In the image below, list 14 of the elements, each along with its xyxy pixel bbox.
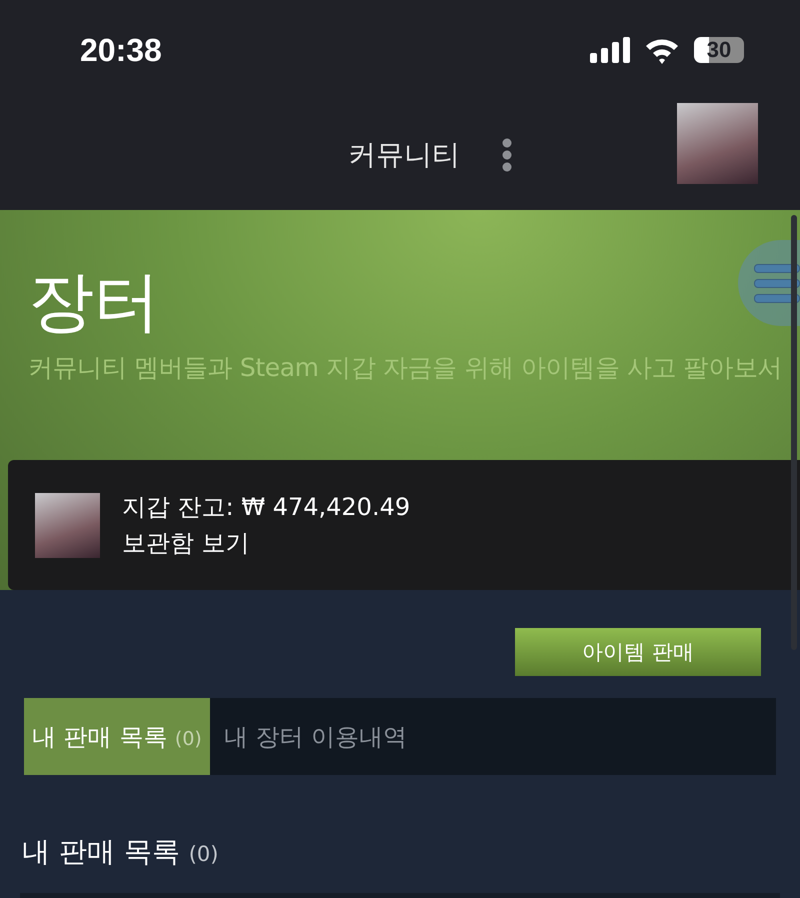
status-time: 20:38 <box>80 32 162 68</box>
wifi-icon <box>644 36 680 64</box>
more-options-icon[interactable] <box>502 138 512 172</box>
avatar-photo-placeholder <box>35 492 100 558</box>
tab[interactable]: 내 장터 이용내역 <box>210 698 416 775</box>
wallet-balance: 지갑 잔고: ₩ 474,420.49 <box>122 492 410 523</box>
page-title: 장터 <box>28 262 160 342</box>
sell-item-button[interactable]: 아이템 판매 <box>515 628 761 676</box>
tab[interactable]: 내 판매 목록 (0) <box>24 698 210 775</box>
section-title: 내 판매 목록 (0) <box>22 834 220 870</box>
inventory-link[interactable]: 보관함 보기 <box>122 527 410 559</box>
header-title[interactable]: 커뮤니티 <box>348 136 460 174</box>
avatar-photo-placeholder[interactable] <box>677 103 758 184</box>
signal-icon <box>590 37 630 63</box>
